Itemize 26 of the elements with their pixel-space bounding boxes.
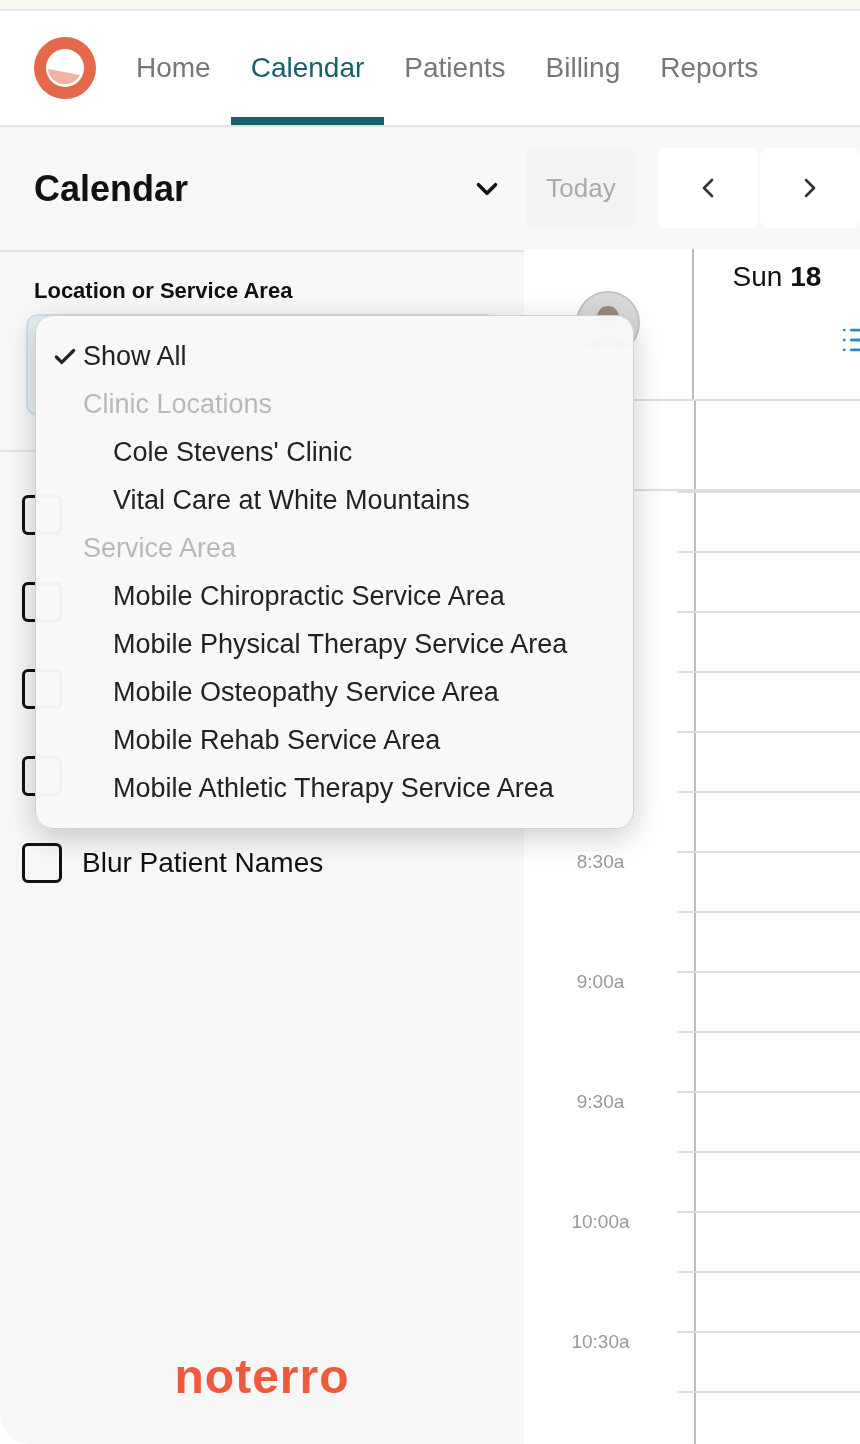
checkbox-label: Blur Patient Names bbox=[82, 847, 324, 879]
menu-item[interactable]: Cole Stevens' Clinic bbox=[36, 428, 633, 476]
time-label: 9:00a bbox=[576, 971, 625, 993]
menu-group-header: Clinic Locations bbox=[82, 387, 274, 421]
menu-item[interactable]: Mobile Rehab Service Area bbox=[36, 716, 633, 764]
menu-group-header: Service Area bbox=[82, 531, 238, 565]
menu-item[interactable]: Mobile Chiropractic Service Area bbox=[36, 572, 633, 620]
time-label: 10:30a bbox=[571, 1331, 630, 1353]
nav-tab[interactable]: Patients bbox=[384, 11, 526, 125]
menu-item[interactable]: Mobile Physical Therapy Service Area bbox=[36, 620, 633, 668]
time-label: 9:30a bbox=[576, 1091, 625, 1113]
field-label: Location or Service Area bbox=[33, 278, 294, 304]
menu-item[interactable]: Mobile Osteopathy Service Area bbox=[36, 668, 633, 716]
brand-logo: noterro bbox=[174, 1349, 350, 1404]
time-label: 8:30a bbox=[576, 851, 625, 873]
sidebar-title: Calendar bbox=[34, 167, 189, 210]
time-label: 10:00a bbox=[571, 1211, 630, 1233]
menu-item[interactable]: Vital Care at White Mountains bbox=[36, 476, 633, 524]
logo-icon[interactable] bbox=[34, 37, 96, 99]
nav-tab[interactable]: Home bbox=[116, 11, 231, 125]
checkbox[interactable] bbox=[22, 843, 62, 883]
nav-tab[interactable]: Reports bbox=[640, 11, 779, 125]
day-header: Sun 18 bbox=[732, 261, 822, 293]
menu-item[interactable]: Mobile Athletic Therapy Service Area bbox=[36, 764, 633, 812]
menu-item[interactable]: Show All bbox=[36, 332, 633, 380]
nav-tab[interactable]: Billing bbox=[525, 11, 641, 125]
